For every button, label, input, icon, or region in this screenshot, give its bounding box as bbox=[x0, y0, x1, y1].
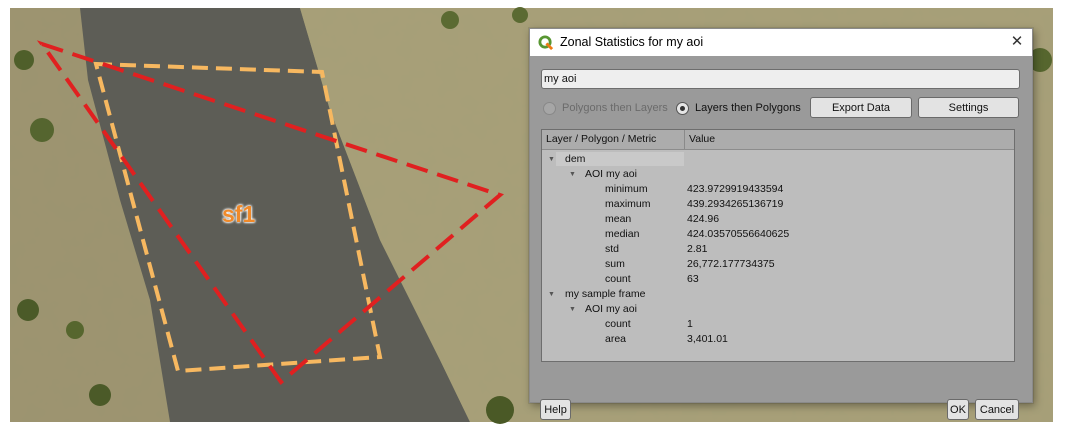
metric-name: std bbox=[605, 243, 620, 255]
tree-metric-row[interactable]: count 63 bbox=[542, 272, 1014, 287]
radio-circle-icon bbox=[676, 101, 689, 115]
tree-polygon-row[interactable]: ▼ AOI my aoi bbox=[542, 167, 1014, 182]
metric-value: 439.2934265136719 bbox=[687, 198, 784, 210]
tree-layer-row[interactable]: ▼ my sample frame bbox=[542, 287, 1014, 302]
metric-name: median bbox=[605, 228, 640, 240]
expand-arrow-icon[interactable]: ▼ bbox=[548, 287, 555, 302]
radio-layers-then-polygons[interactable]: Layers then Polygons bbox=[676, 99, 801, 117]
settings-button[interactable]: Settings bbox=[918, 97, 1019, 118]
tree-metric-row[interactable]: count 1 bbox=[542, 317, 1014, 332]
metric-value: 63 bbox=[687, 273, 699, 285]
metric-name: area bbox=[605, 333, 627, 345]
tree-metric-row[interactable]: area 3,401.01 bbox=[542, 332, 1014, 347]
dialog-titlebar[interactable]: Zonal Statistics for my aoi ✕ bbox=[530, 29, 1032, 56]
dialog-title: Zonal Statistics for my aoi bbox=[560, 35, 704, 49]
metric-value: 26,772.177734375 bbox=[687, 258, 775, 270]
tree-metric-row[interactable]: sum 26,772.177734375 bbox=[542, 257, 1014, 272]
tree-metric-row[interactable]: median 424.03570556640625 bbox=[542, 227, 1014, 242]
radio-label: Layers then Polygons bbox=[695, 102, 801, 114]
tree-header: Layer / Polygon / Metric Value bbox=[542, 130, 1014, 150]
metric-name: count bbox=[605, 273, 631, 285]
column-header-metric[interactable]: Layer / Polygon / Metric bbox=[546, 133, 656, 145]
radio-polygons-then-layers[interactable]: Polygons then Layers bbox=[543, 99, 668, 117]
metric-name: sum bbox=[605, 258, 625, 270]
dialog-content: my aoi Polygons then Layers Layers then … bbox=[530, 56, 1032, 420]
tree-metric-row[interactable]: std 2.81 bbox=[542, 242, 1014, 257]
metric-value: 1 bbox=[687, 318, 693, 330]
aoi-name-field[interactable]: my aoi bbox=[541, 69, 1020, 89]
layer-name: dem bbox=[565, 153, 586, 165]
metric-value: 424.03570556640625 bbox=[687, 228, 790, 240]
ok-button[interactable]: OK bbox=[947, 399, 969, 420]
metric-value: 3,401.01 bbox=[687, 333, 728, 345]
column-divider[interactable] bbox=[684, 130, 685, 149]
cancel-button[interactable]: Cancel bbox=[975, 399, 1019, 420]
layer-name: my sample frame bbox=[565, 288, 646, 300]
tree-metric-row[interactable]: minimum 423.9729919433594 bbox=[542, 182, 1014, 197]
polygon-name: AOI my aoi bbox=[585, 303, 637, 315]
expand-arrow-icon[interactable]: ▼ bbox=[569, 167, 576, 182]
metric-name: count bbox=[605, 318, 631, 330]
close-icon[interactable]: ✕ bbox=[1004, 30, 1030, 54]
zonal-statistics-dialog: Zonal Statistics for my aoi ✕ my aoi Pol… bbox=[529, 28, 1033, 420]
tree-polygon-row[interactable]: ▼ AOI my aoi bbox=[542, 302, 1014, 317]
metric-value: 424.96 bbox=[687, 213, 720, 225]
tree-metric-row[interactable]: mean 424.96 bbox=[542, 212, 1014, 227]
tree-metric-row[interactable]: maximum 439.2934265136719 bbox=[542, 197, 1014, 212]
metric-name: mean bbox=[605, 213, 632, 225]
tree-layer-row[interactable]: ▼ dem bbox=[542, 152, 1014, 167]
metric-name: minimum bbox=[605, 183, 648, 195]
radio-circle-icon bbox=[543, 101, 556, 115]
expand-arrow-icon[interactable]: ▼ bbox=[569, 302, 576, 317]
column-header-value[interactable]: Value bbox=[689, 133, 715, 145]
metric-name: maximum bbox=[605, 198, 651, 210]
help-button[interactable]: Help bbox=[540, 399, 571, 420]
export-data-button[interactable]: Export Data bbox=[810, 97, 912, 118]
radio-label: Polygons then Layers bbox=[562, 102, 668, 114]
expand-arrow-icon[interactable]: ▼ bbox=[548, 152, 555, 167]
polygon-label-sf1: sf1 bbox=[222, 201, 256, 227]
metric-value: 423.9729919433594 bbox=[687, 183, 784, 195]
metric-value: 2.81 bbox=[687, 243, 708, 255]
qgis-logo-icon bbox=[538, 35, 553, 50]
polygon-name: AOI my aoi bbox=[585, 168, 637, 180]
results-tree[interactable]: Layer / Polygon / Metric Value ▼ dem ▼ A… bbox=[541, 129, 1015, 362]
